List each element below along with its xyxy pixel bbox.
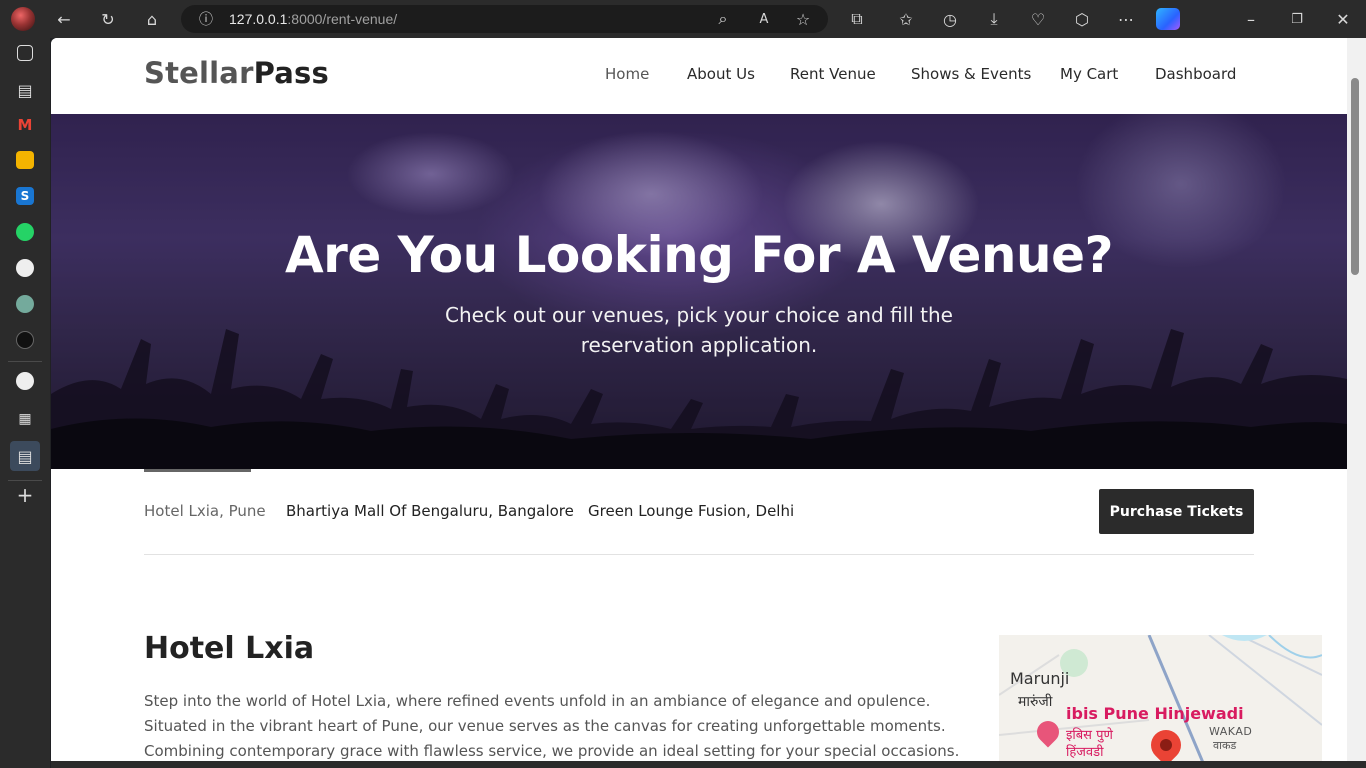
nav-about-us[interactable]: About Us xyxy=(687,65,755,83)
read-aloud-icon[interactable]: A xyxy=(753,8,775,30)
photos-icon[interactable] xyxy=(16,151,34,169)
star-icon[interactable]: ☆ xyxy=(792,8,814,30)
tab-bhartiya-mall[interactable]: Bhartiya Mall Of Bengaluru, Bangalore xyxy=(286,502,574,520)
page-scrollbar[interactable] xyxy=(1347,38,1366,761)
nav-shows-events[interactable]: Shows & Events xyxy=(911,65,1031,83)
download-icon[interactable]: ⤓ xyxy=(983,8,1005,30)
chatgpt-icon[interactable] xyxy=(16,295,34,313)
nav-home[interactable]: Home xyxy=(605,65,649,83)
github-icon[interactable] xyxy=(16,259,34,277)
add-icon[interactable]: + xyxy=(14,483,36,507)
scrollbar-thumb[interactable] xyxy=(1351,78,1359,275)
document-icon[interactable]: ▤ xyxy=(14,79,36,101)
hero-banner: Are You Looking For A Venue? Check out o… xyxy=(51,114,1347,469)
app-icon[interactable] xyxy=(16,331,34,349)
active-tab-indicator xyxy=(144,469,251,472)
map-label-ibis-local1: इबिस पुणे xyxy=(1066,728,1113,743)
gmail-icon[interactable]: M xyxy=(14,114,36,136)
close-icon[interactable]: ✕ xyxy=(1332,8,1354,30)
map-label-ibis[interactable]: ibis Pune Hinjewadi xyxy=(1066,704,1244,723)
browser-toolbar: ← ↻ ⌂ ⓘ 127.0.0.1:8000/rent-venue/ ⌕ A ☆… xyxy=(0,0,1366,38)
document-icon[interactable]: ▤ xyxy=(10,441,40,471)
home-icon[interactable]: ⌂ xyxy=(141,8,163,30)
performance-icon[interactable]: ♡ xyxy=(1027,8,1049,30)
purchase-tickets-button[interactable]: Purchase Tickets xyxy=(1099,489,1254,534)
browser-sidebar: ▤ M S ▦ ▤ + xyxy=(0,38,50,768)
info-icon[interactable]: ⓘ xyxy=(195,8,217,30)
favorites-icon[interactable]: ✩ xyxy=(895,8,917,30)
venue-map[interactable]: Marunji मारुंजी ibis Pune Hinjewadi इबिस… xyxy=(999,635,1322,761)
refresh-icon[interactable]: ↻ xyxy=(97,8,119,30)
hero-subtitle: Check out our venues, pick your choice a… xyxy=(445,303,953,357)
history-icon[interactable]: ◷ xyxy=(939,8,961,30)
tab-hotel-lxia[interactable]: Hotel Lxia, Pune xyxy=(144,502,266,520)
web-page: StellarPass Home About Us Rent Venue Sho… xyxy=(51,38,1347,761)
sidebar-divider xyxy=(8,361,42,362)
s-app-icon[interactable]: S xyxy=(16,187,34,205)
hero-title: Are You Looking For A Venue? xyxy=(284,226,1114,284)
location-pin-dot xyxy=(1160,739,1172,751)
calendar-icon[interactable]: ▦ xyxy=(14,408,36,430)
copilot-icon[interactable] xyxy=(1156,8,1180,30)
map-label-marunji: Marunji xyxy=(1010,669,1070,688)
map-label-wakad: WAKAD xyxy=(1209,725,1253,738)
nav-rent-venue[interactable]: Rent Venue xyxy=(790,65,876,83)
site-header: StellarPass Home About Us Rent Venue Sho… xyxy=(51,38,1347,114)
profile-avatar[interactable] xyxy=(11,7,35,31)
nav-my-cart[interactable]: My Cart xyxy=(1060,65,1118,83)
restore-icon[interactable]: ❐ xyxy=(1286,8,1308,30)
minimize-icon[interactable]: – xyxy=(1240,8,1262,30)
browser-essentials-icon[interactable]: ⬡ xyxy=(1071,8,1093,30)
more-icon[interactable]: ⋯ xyxy=(1115,8,1137,30)
map-label-ibis-local2: हिंजवडी xyxy=(1066,745,1104,760)
tabs-divider xyxy=(144,554,1254,555)
github-icon[interactable] xyxy=(16,372,34,390)
tab-green-lounge[interactable]: Green Lounge Fusion, Delhi xyxy=(588,502,794,520)
site-logo[interactable]: StellarPass xyxy=(144,56,329,90)
map-label-marunji-local: मारुंजी xyxy=(1018,694,1053,710)
zoom-icon[interactable]: ⌕ xyxy=(712,8,734,30)
venue-title: Hotel Lxia xyxy=(144,631,315,666)
map-label-wakad-local: वाकड xyxy=(1213,739,1237,752)
whatsapp-icon[interactable] xyxy=(16,223,34,241)
window-bottom-edge xyxy=(51,761,1366,768)
extensions-icon[interactable]: ⧉ xyxy=(846,8,868,30)
address-bar[interactable]: ⓘ 127.0.0.1:8000/rent-venue/ ⌕ A ☆ xyxy=(181,5,828,33)
nav-dashboard[interactable]: Dashboard xyxy=(1155,65,1236,83)
url-text[interactable]: 127.0.0.1:8000/rent-venue/ xyxy=(229,11,397,27)
sidebar-divider xyxy=(8,480,42,481)
back-icon[interactable]: ← xyxy=(53,8,75,30)
tabs-icon[interactable] xyxy=(17,45,33,61)
venue-description: Step into the world of Hotel Lxia, where… xyxy=(144,692,960,760)
